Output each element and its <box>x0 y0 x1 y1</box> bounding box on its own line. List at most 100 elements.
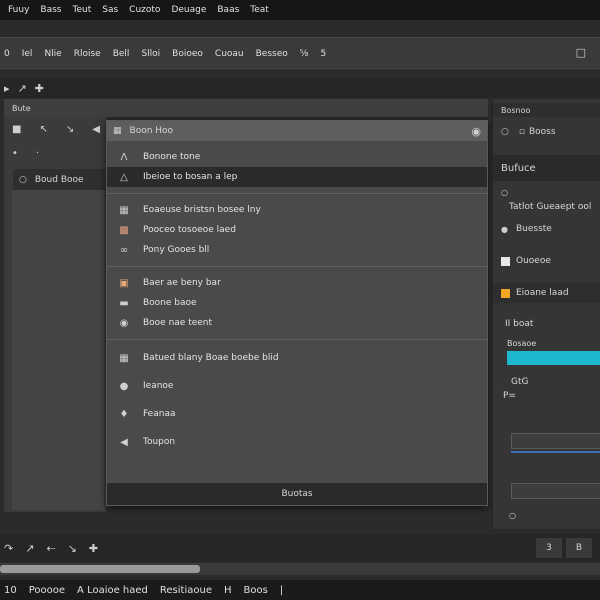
scroll-thumb[interactable] <box>0 565 200 573</box>
toolbar-item-11[interactable]: 5 <box>321 49 327 59</box>
toolbar-item-1[interactable]: 0 <box>4 49 10 59</box>
menu-item-label: Batued blany Boae boebe blid <box>143 353 279 363</box>
arrow-left-icon: ◀ <box>120 436 128 448</box>
toolbar-item-10[interactable]: ⅝ <box>300 49 309 59</box>
section-header[interactable]: Bufuce <box>493 155 600 181</box>
menu-item-label: Ibeioe to bosan a lep <box>143 172 238 182</box>
back-icon[interactable]: ◀ <box>92 124 100 135</box>
eraser-icon[interactable]: ⇠ <box>46 542 55 555</box>
properties-row: ○ <box>493 185 600 199</box>
pen-icon[interactable]: ↖ <box>39 124 47 135</box>
plus-icon[interactable]: ✚ <box>35 82 44 95</box>
panel-title: Bute <box>12 103 31 113</box>
settings-dot-icon[interactable]: ○ <box>509 511 516 520</box>
status-bar: 10 Pooooe A Loaioe haed Resitiaoue H Boo… <box>0 580 600 600</box>
color-bar[interactable] <box>507 351 600 365</box>
accent-swatch <box>501 288 510 298</box>
value-input[interactable] <box>511 433 600 449</box>
menu-footer-button[interactable]: Buotas <box>107 483 487 505</box>
layer-item[interactable]: ○ Boud Booe <box>13 169 108 191</box>
menu-item[interactable]: ▦ Eoaeuse bristsn bosee lny <box>107 200 487 220</box>
rect-icon: ▬ <box>119 297 129 309</box>
options-toolbar: 0 Iel Nlie Rloise Bell Slloi Boioeo Cuoa… <box>0 37 600 71</box>
square-icon: ▣ <box>119 277 129 289</box>
value-input-2[interactable] <box>511 483 600 499</box>
close-icon[interactable]: ◉ <box>471 125 481 138</box>
status-item: H <box>223 584 232 596</box>
letter-a-icon: Λ <box>120 151 128 163</box>
menu-item[interactable]: ● Ieanoe <box>107 376 487 396</box>
tools-row: ■ ↖ ↘ ◀ <box>4 117 106 141</box>
menu-item[interactable]: ∞ Pony Gooes bll <box>107 240 487 260</box>
menu-item-3[interactable]: Teut <box>73 5 92 15</box>
pen-tool-icon[interactable]: ↷ <box>4 542 13 555</box>
menu-item[interactable]: ▣ Baer ae beny bar <box>107 273 487 293</box>
properties-row-accent[interactable]: Eioane laad <box>493 283 600 303</box>
panel-header-label: Bosnoo <box>501 105 531 115</box>
pointer-icon[interactable]: ■ <box>12 124 21 135</box>
menu-item-highlighted[interactable]: △ Ibeioe to bosan a lep <box>107 167 487 187</box>
toolbar-item-2[interactable]: Iel <box>22 49 33 59</box>
toolbar-item-3[interactable]: Nlie <box>44 49 61 59</box>
sub-toolbar: ▸ ↗ ✚ <box>0 78 600 98</box>
menu-item[interactable]: ◉ Booe nae teent <box>107 313 487 333</box>
toolbar-item-8[interactable]: Cuoau <box>215 49 244 59</box>
menu-item[interactable]: ◀ Toupon <box>107 432 487 452</box>
menu-bar: Fuuy Bass Teut Sas Cuzoto Deuage Baas Te… <box>0 0 600 20</box>
bottom-button-label: 3 <box>546 543 552 553</box>
value-slider[interactable] <box>511 451 600 453</box>
menu-item-8[interactable]: Teat <box>250 5 269 15</box>
menu-item[interactable]: ▬ Boone baoe <box>107 293 487 313</box>
move-icon[interactable]: ✚ <box>89 542 98 555</box>
toolbar-item-6[interactable]: Slloi <box>141 49 160 59</box>
menu-item-2[interactable]: Bass <box>40 5 61 15</box>
menu-item-5[interactable]: Cuzoto <box>129 5 160 15</box>
toolbar-item-9[interactable]: Besseo <box>256 49 288 59</box>
menu-item-6[interactable]: Deuage <box>171 5 206 15</box>
checkbox-icon[interactable] <box>501 256 510 266</box>
dot-icon: ● <box>119 380 129 392</box>
bottom-button-2[interactable]: B <box>566 538 592 558</box>
arrow-icon[interactable]: ↗ <box>18 82 27 95</box>
menu-item[interactable]: ▦ Batued blany Boae boebe blid <box>107 348 487 368</box>
small-dot-icon[interactable]: · <box>36 148 39 159</box>
bottom-button-label: B <box>575 543 583 553</box>
bottom-toolbar: ↷ ↗ ⇠ ↘ ✚ 3 B <box>0 534 600 562</box>
menu-item[interactable]: ▩ Pooceo tosoeoe laed <box>107 220 487 240</box>
lock-icon[interactable]: □ <box>576 46 586 59</box>
menu-title-group: ▦ Boon Hoo <box>113 126 173 136</box>
menu-separator <box>107 193 487 194</box>
properties-row[interactable]: II boat <box>493 317 600 331</box>
menu-separator <box>107 266 487 267</box>
menu-item-4[interactable]: Sas <box>102 5 118 15</box>
properties-row[interactable]: Tatlot Gueaept ool <box>493 199 600 215</box>
status-item: Pooooe <box>28 584 66 596</box>
properties-row[interactable]: ○ ▫ Booss <box>493 123 600 141</box>
radio-icon: ● <box>501 224 508 234</box>
brush-icon[interactable]: ↘ <box>66 124 74 135</box>
brush-tool-icon[interactable]: ↗ <box>25 542 34 555</box>
menu-item[interactable]: Λ Bonone tone <box>107 147 487 167</box>
bottom-button-1[interactable]: 3 <box>536 538 562 558</box>
properties-row[interactable]: ● Buesste <box>493 221 600 237</box>
properties-row[interactable]: Ouoeoe <box>493 253 600 269</box>
menu-item-label: Ieanoe <box>143 381 174 391</box>
menu-item-1[interactable]: Fuuy <box>8 5 29 15</box>
dot-icon[interactable]: • <box>12 148 18 159</box>
properties-row-label: Booss <box>528 127 556 137</box>
toolbar-item-5[interactable]: Bell <box>113 49 130 59</box>
properties-row-label: Buesste <box>515 224 552 234</box>
smudge-icon[interactable]: ↘ <box>68 542 77 555</box>
menu-item-7[interactable]: Baas <box>217 5 239 15</box>
image-icon: ▦ <box>119 352 129 364</box>
tools-row-2: • · <box>4 141 106 165</box>
play-icon[interactable]: ▸ <box>4 82 10 95</box>
circle-icon: ◉ <box>119 317 129 329</box>
toolbar-item-7[interactable]: Boioeo <box>172 49 203 59</box>
properties-row-label: GtG <box>511 377 529 387</box>
layer-label: Boud Booe <box>34 175 84 185</box>
menu-item[interactable]: ♦ Feanaa <box>107 404 487 424</box>
toolbar-item-4[interactable]: Rloise <box>74 49 101 59</box>
horizontal-scrollbar[interactable] <box>0 563 600 575</box>
menu-footer-label: Buotas <box>281 489 313 499</box>
